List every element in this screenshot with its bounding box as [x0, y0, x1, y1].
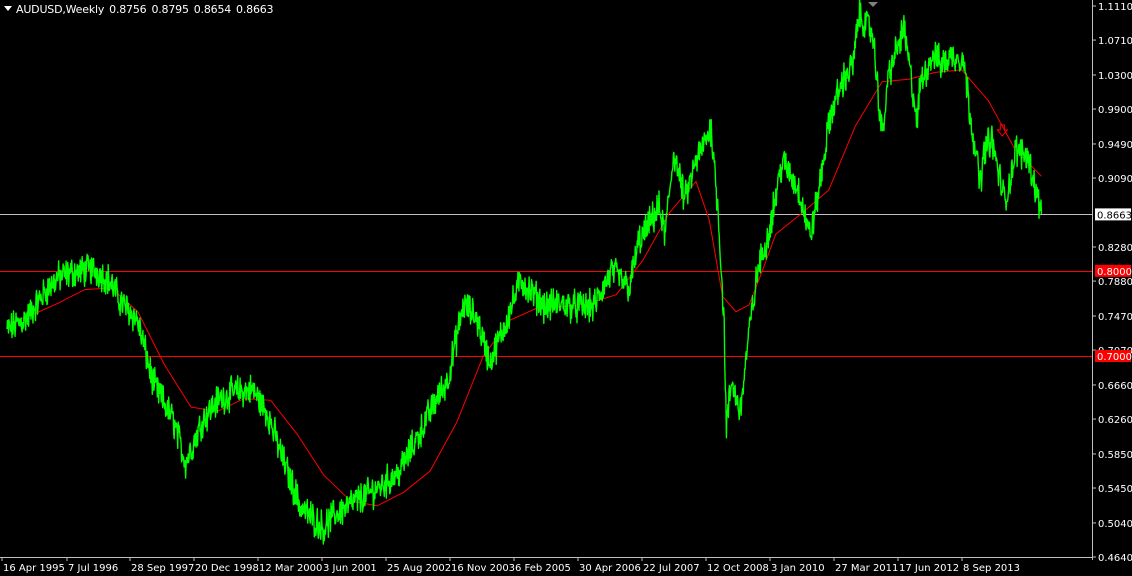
y-tick-label: 0.5040 — [1098, 519, 1132, 530]
close-price: 0.8663 — [236, 3, 274, 16]
chart-window[interactable]: 1.1110 1.0710 1.0300 0.9900 0.9490 0.9090 0.82… — [0, 0, 1132, 576]
chart-header: AUDUSD,Weekly 0.8756 0.8795 0.8654 0.8663 — [4, 3, 274, 16]
x-tick-label: 12 Oct 2008 — [707, 563, 769, 574]
y-tick-label: 0.5450 — [1098, 484, 1132, 495]
x-tick-label: 30 Apr 2006 — [579, 563, 641, 574]
x-tick-label: 27 Mar 2011 — [835, 563, 898, 574]
x-tick-label: 12 Mar 2000 — [259, 563, 322, 574]
y-tick-label: 0.9900 — [1098, 105, 1132, 116]
x-tick-label: 16 Nov 2003 — [451, 563, 515, 574]
high-price: 0.8795 — [151, 3, 189, 16]
y-tick-label: 0.6660 — [1098, 381, 1132, 392]
y-tick-label: 0.9490 — [1098, 140, 1132, 151]
y-tick-label: 0.9090 — [1098, 174, 1132, 185]
level-price-label: 0.7000 — [1097, 352, 1132, 363]
x-tick-label: 6 Feb 2005 — [515, 563, 571, 574]
y-tick-label: 0.5850 — [1098, 450, 1132, 461]
y-tick-label: 1.1110 — [1098, 2, 1132, 13]
x-tick-label: 25 Aug 2002 — [387, 563, 451, 574]
x-tick-label: 20 Dec 1998 — [195, 563, 259, 574]
chart-canvas[interactable]: 1.1110 1.0710 1.0300 0.9900 0.9490 0.9090 0.82… — [0, 0, 1132, 576]
y-tick-label: 0.7880 — [1098, 277, 1132, 288]
y-tick-label: 0.7470 — [1098, 312, 1132, 323]
x-tick-label: 8 Sep 2013 — [963, 563, 1020, 574]
dropdown-triangle-icon[interactable] — [4, 6, 12, 11]
y-tick-label: 0.8280 — [1098, 243, 1132, 254]
current-price-label: 0.8663 — [1097, 210, 1132, 221]
x-tick-label: 16 Apr 1995 — [3, 563, 65, 574]
level-price-label: 0.8000 — [1097, 267, 1132, 278]
x-tick-label: 28 Sep 1997 — [131, 563, 194, 574]
x-tick-label: 3 Jan 2010 — [771, 563, 825, 574]
chart-shift-marker-icon[interactable] — [868, 2, 878, 7]
low-price: 0.8654 — [193, 3, 232, 16]
y-tick-label: 0.4640 — [1098, 553, 1132, 564]
y-tick-label: 0.6260 — [1098, 415, 1132, 426]
x-tick-label: 7 Jul 1996 — [68, 563, 118, 574]
x-tick-label: 17 Jun 2012 — [899, 563, 959, 574]
x-tick-label: 22 Jul 2007 — [643, 563, 700, 574]
y-tick-label: 1.0300 — [1098, 71, 1132, 82]
open-price: 0.8756 — [109, 3, 147, 16]
y-tick-label: 1.0710 — [1098, 36, 1132, 47]
x-tick-label: 3 Jun 2001 — [323, 563, 377, 574]
symbol-label: AUDUSD,Weekly — [16, 3, 105, 16]
